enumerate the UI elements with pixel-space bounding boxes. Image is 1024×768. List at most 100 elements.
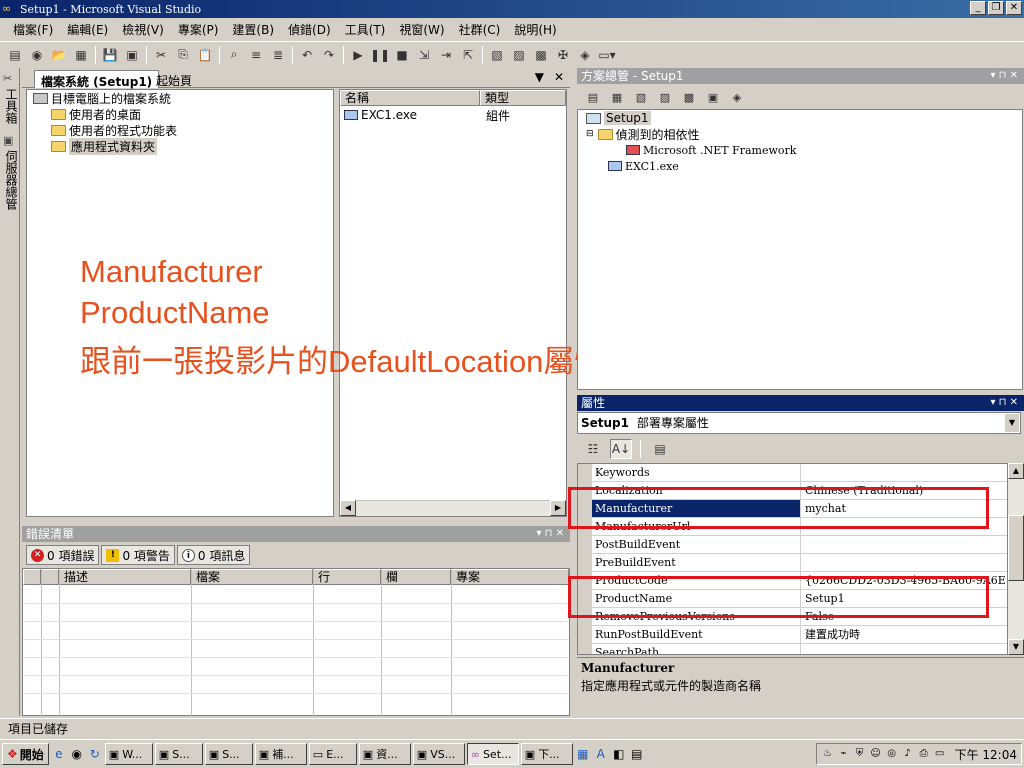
uncomment-icon[interactable]: ≣ bbox=[268, 45, 288, 65]
stop-icon[interactable]: ■ bbox=[392, 45, 412, 65]
horizontal-scrollbar[interactable]: ◀ ▶ bbox=[340, 500, 566, 516]
tab-file-system[interactable]: 檔案系統 (Setup1) bbox=[34, 70, 160, 89]
pane-controls-icon[interactable]: ▾ ⊓ ✕ bbox=[990, 68, 1018, 84]
refresh-icon[interactable]: ↻ bbox=[87, 746, 103, 762]
paste-icon[interactable]: 📋 bbox=[195, 45, 215, 65]
column-header-type[interactable]: 類型 bbox=[480, 90, 566, 106]
tree-item-framework[interactable]: Microsoft .NET Framework bbox=[626, 142, 796, 158]
property-row[interactable]: PostBuildEvent bbox=[578, 536, 1007, 554]
undo-icon[interactable]: ↶ bbox=[297, 45, 317, 65]
registry-editor-icon[interactable]: ▧ bbox=[632, 88, 650, 106]
property-value[interactable] bbox=[802, 536, 1007, 553]
tree-item-setup1[interactable]: Setup1 bbox=[586, 110, 651, 126]
column-header-line[interactable]: 行 bbox=[313, 569, 381, 585]
column-header-column[interactable]: 欄 bbox=[381, 569, 451, 585]
taskbar-item[interactable]: ▣ 補... bbox=[254, 743, 307, 765]
server-explorer-icon[interactable]: ▣ bbox=[3, 134, 17, 148]
menu-community[interactable]: 社群(C) bbox=[452, 21, 508, 38]
pane-controls-icon[interactable]: ▾ ⊓ ✕ bbox=[536, 526, 564, 542]
printer-icon[interactable]: ⎙ bbox=[917, 747, 931, 761]
open-file-icon[interactable]: 📂 bbox=[49, 45, 69, 65]
menu-window[interactable]: 視窗(W) bbox=[392, 21, 451, 38]
antivirus-icon[interactable]: ◎ bbox=[885, 747, 899, 761]
window-dropdown-icon[interactable]: ▭▾ bbox=[597, 45, 617, 65]
property-row[interactable]: RunPostBuildEvent 建置成功時 bbox=[578, 626, 1007, 644]
internet-explorer-icon[interactable]: e bbox=[51, 746, 67, 762]
ime-options-icon[interactable]: ▤ bbox=[629, 746, 645, 762]
save-all-icon[interactable]: ▣ bbox=[122, 45, 142, 65]
find-icon[interactable]: ⌕ bbox=[224, 45, 244, 65]
object-selector[interactable]: Setup1 部署專案屬性 ▼ bbox=[577, 412, 1021, 434]
taskbar-item[interactable]: ▣ W... bbox=[104, 743, 153, 765]
ime-mode-icon[interactable]: ◧ bbox=[611, 746, 627, 762]
display-icon[interactable]: ▭ bbox=[933, 747, 947, 761]
taskbar-item[interactable]: ▣ 下... bbox=[520, 743, 573, 765]
cut-icon[interactable]: ✂ bbox=[151, 45, 171, 65]
menu-help[interactable]: 說明(H) bbox=[507, 21, 563, 38]
scroll-down-icon[interactable]: ▼ bbox=[1008, 639, 1024, 655]
object-browser-icon[interactable]: ▩ bbox=[531, 45, 551, 65]
start-debug-icon[interactable]: ▶ bbox=[348, 45, 368, 65]
column-header-file[interactable]: 檔案 bbox=[191, 569, 313, 585]
scroll-thumb[interactable] bbox=[1008, 515, 1024, 581]
properties-icon[interactable]: ▨ bbox=[509, 45, 529, 65]
pause-icon[interactable]: ❚❚ bbox=[370, 45, 390, 65]
column-header-description[interactable]: 描述 bbox=[59, 569, 191, 585]
start-button[interactable]: ❖ 開始 bbox=[2, 743, 49, 765]
tree-item-exe[interactable]: EXC1.exe bbox=[608, 158, 679, 174]
new-project-icon[interactable]: ▤ bbox=[5, 45, 25, 65]
volume-icon[interactable]: ♪ bbox=[901, 747, 915, 761]
menu-view[interactable]: 檢視(V) bbox=[115, 21, 171, 38]
toolbox-tab[interactable]: 工具箱 bbox=[3, 88, 20, 124]
redo-icon[interactable]: ↷ bbox=[319, 45, 339, 65]
toolbox-icon[interactable]: ✠ bbox=[553, 45, 573, 65]
taskbar-item[interactable]: ▣ S... bbox=[204, 743, 253, 765]
list-item[interactable]: EXC1.exe bbox=[344, 107, 417, 123]
property-value[interactable] bbox=[802, 464, 1007, 481]
add-item-icon[interactable]: ◉ bbox=[27, 45, 47, 65]
copy-icon[interactable]: ⎘ bbox=[173, 45, 193, 65]
file-system-editor-icon[interactable]: ▦ bbox=[608, 88, 626, 106]
alphabetical-icon[interactable]: A↓ bbox=[610, 439, 632, 459]
file-types-editor-icon[interactable]: ▨ bbox=[656, 88, 674, 106]
network-icon[interactable]: ⌁ bbox=[837, 747, 851, 761]
pane-controls-icon[interactable]: ▾ ⊓ ✕ bbox=[990, 395, 1018, 411]
messages-toggle-button[interactable]: i 0 項訊息 bbox=[176, 545, 251, 565]
menu-edit[interactable]: 編輯(E) bbox=[60, 21, 115, 38]
step-out-icon[interactable]: ⇱ bbox=[458, 45, 478, 65]
taskbar-item[interactable]: ▣ S... bbox=[154, 743, 203, 765]
property-row[interactable]: Keywords bbox=[578, 464, 1007, 482]
property-row[interactable]: PreBuildEvent bbox=[578, 554, 1007, 572]
property-grid-scrollbar[interactable]: ▲ ▼ bbox=[1008, 463, 1024, 655]
minimize-button[interactable]: _ bbox=[970, 1, 986, 15]
tree-root[interactable]: 目標電腦上的檔案系統 bbox=[33, 90, 171, 106]
menu-tools[interactable]: 工具(T) bbox=[338, 21, 393, 38]
column-header-project[interactable]: 專案 bbox=[451, 569, 569, 585]
taskbar-item[interactable]: ▣ 資... bbox=[358, 743, 411, 765]
errors-toggle-button[interactable]: ✕ 0 項錯誤 bbox=[26, 545, 100, 565]
java-icon[interactable]: ♨ bbox=[821, 747, 835, 761]
categorized-icon[interactable]: ☷ bbox=[582, 439, 604, 459]
step-into-icon[interactable]: ⇲ bbox=[414, 45, 434, 65]
custom-actions-editor-icon[interactable]: ▣ bbox=[704, 88, 722, 106]
tab-dropdown-icon[interactable]: ▼ bbox=[535, 70, 544, 84]
scroll-right-icon[interactable]: ▶ bbox=[550, 500, 566, 516]
warnings-toggle-button[interactable]: ! 0 項警告 bbox=[101, 545, 175, 565]
comment-icon[interactable]: ≡ bbox=[246, 45, 266, 65]
add-new-item-icon[interactable]: ▦ bbox=[71, 45, 91, 65]
tree-item[interactable]: 使用者的程式功能表 bbox=[51, 122, 177, 138]
clock[interactable]: 下午 12:04 bbox=[955, 746, 1017, 763]
input-method-icon[interactable]: A bbox=[593, 746, 609, 762]
taskbar-item-active[interactable]: ∞ Set... bbox=[466, 743, 519, 765]
chevron-down-icon[interactable]: ▼ bbox=[1005, 414, 1019, 432]
property-pages-icon[interactable]: ▤ bbox=[649, 439, 671, 459]
step-over-icon[interactable]: ⇥ bbox=[436, 45, 456, 65]
menu-build[interactable]: 建置(B) bbox=[225, 21, 281, 38]
messenger-icon[interactable]: ☺ bbox=[869, 747, 883, 761]
toolbox-icon[interactable]: ✂ bbox=[3, 72, 17, 86]
menu-debug[interactable]: 偵錯(D) bbox=[281, 21, 338, 38]
solution-explorer-icon[interactable]: ▧ bbox=[487, 45, 507, 65]
launch-conditions-editor-icon[interactable]: ◈ bbox=[728, 88, 746, 106]
media-player-icon[interactable]: ◉ bbox=[69, 746, 85, 762]
collapse-icon[interactable]: ⊟ bbox=[586, 129, 594, 139]
